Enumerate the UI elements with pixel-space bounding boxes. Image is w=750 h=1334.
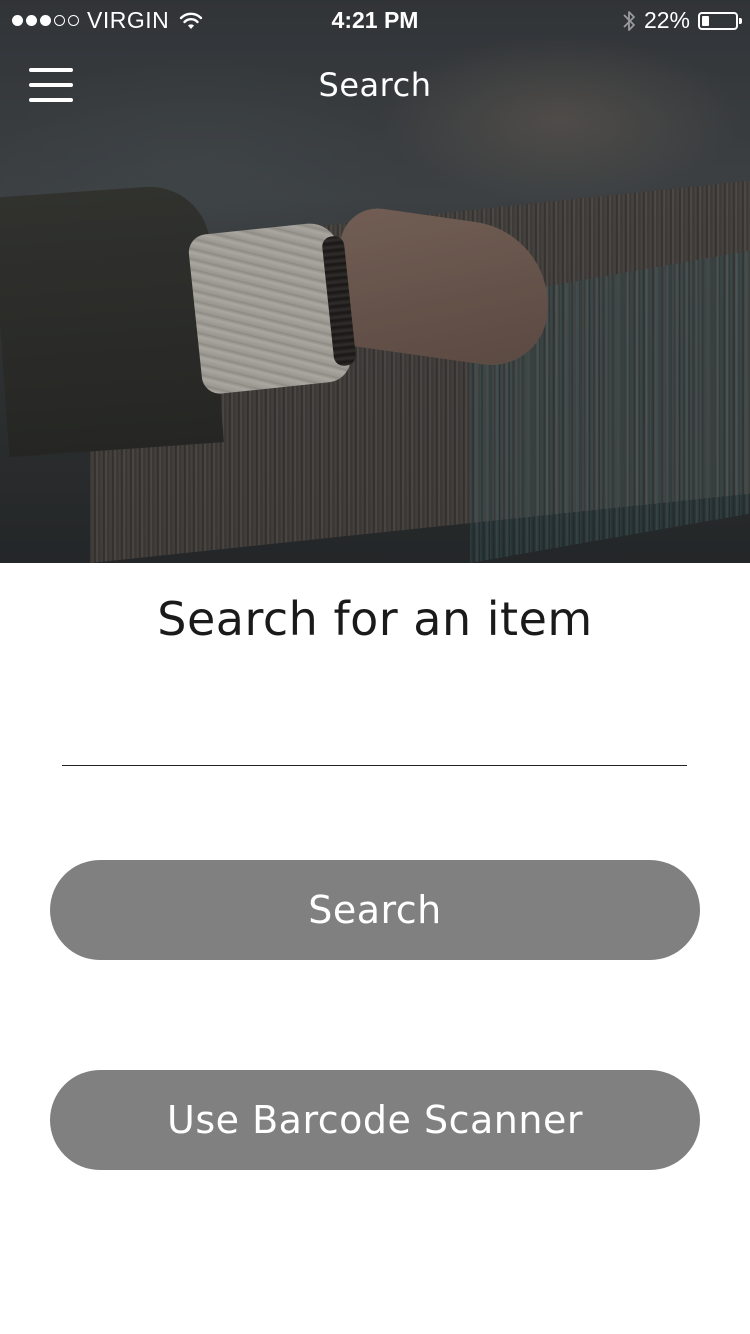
bluetooth-icon bbox=[623, 10, 635, 31]
search-heading: Search for an item bbox=[157, 592, 593, 646]
search-button[interactable]: Search bbox=[50, 860, 700, 960]
page-title: Search bbox=[318, 66, 432, 104]
battery-icon bbox=[698, 11, 742, 30]
battery-percentage: 22% bbox=[643, 7, 690, 33]
status-bar: VIRGIN 4:21 PM 22% bbox=[0, 0, 750, 40]
battery-fill bbox=[702, 15, 709, 26]
status-right: 22% bbox=[622, 7, 742, 34]
nav-bar: Search bbox=[0, 40, 750, 130]
search-screen: VIRGIN 4:21 PM 22% Search Search for an bbox=[0, 0, 750, 1334]
search-input[interactable] bbox=[62, 700, 687, 766]
barcode-scanner-button[interactable]: Use Barcode Scanner bbox=[50, 1070, 700, 1170]
